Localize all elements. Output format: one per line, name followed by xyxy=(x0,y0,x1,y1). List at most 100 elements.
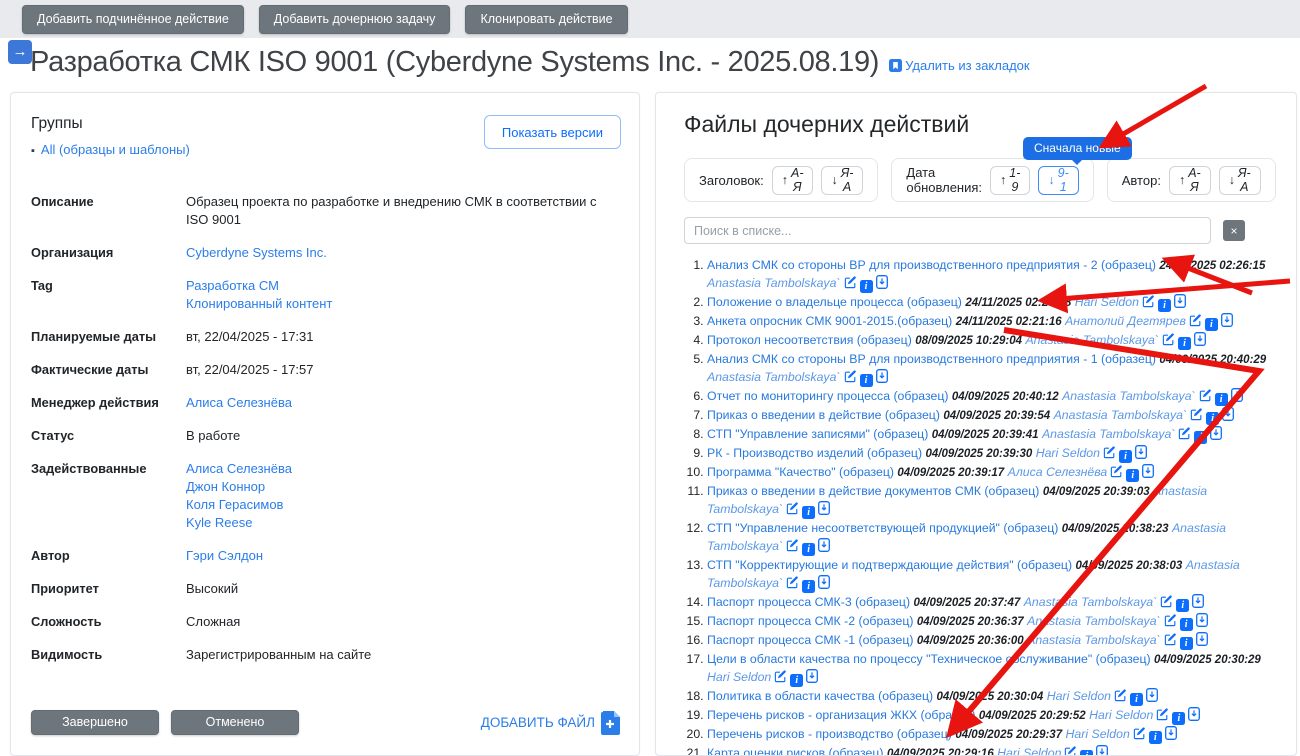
info-icon[interactable]: i xyxy=(1194,431,1208,444)
info-icon[interactable]: i xyxy=(1126,469,1140,482)
clear-search-button[interactable]: × xyxy=(1223,220,1245,241)
file-author-link[interactable]: Anastasia Tambolskaya` xyxy=(707,370,841,384)
add-child-task-button[interactable]: Добавить дочернюю задачу xyxy=(258,5,451,34)
file-title-link[interactable]: Политика в области качества (образец) xyxy=(707,689,933,703)
file-author-link[interactable]: Hari Seldon xyxy=(1075,295,1139,309)
sort-asc-button[interactable]: ↑ А-Я xyxy=(1168,165,1211,195)
info-icon[interactable]: i xyxy=(1206,412,1220,425)
info-icon[interactable]: i xyxy=(859,280,873,293)
download-icon[interactable] xyxy=(1230,388,1243,407)
field-value-link[interactable]: Разработка СМ xyxy=(186,277,332,295)
download-icon[interactable] xyxy=(818,538,831,557)
file-title-link[interactable]: Отчет по мониторингу процесса (образец) xyxy=(707,389,948,403)
remove-bookmark-link[interactable]: Удалить из закладок xyxy=(889,58,1030,79)
info-icon[interactable]: i xyxy=(859,374,873,387)
download-icon[interactable] xyxy=(806,669,819,688)
download-icon[interactable] xyxy=(1195,632,1208,651)
sort-desc-button[interactable]: ↓ Я-А xyxy=(1218,165,1261,195)
download-icon[interactable] xyxy=(1164,726,1177,745)
file-title-link[interactable]: СТП "Управление несоответствующей продук… xyxy=(707,521,1058,535)
edit-icon[interactable] xyxy=(1189,314,1202,332)
info-icon[interactable]: i xyxy=(802,543,816,556)
download-icon[interactable] xyxy=(1192,594,1205,613)
file-title-link[interactable]: СТП "Управление записями" (образец) xyxy=(707,427,928,441)
edit-icon[interactable] xyxy=(786,539,799,557)
file-title-link[interactable]: Приказ о введении в действие документов … xyxy=(707,484,1039,498)
file-title-link[interactable]: Паспорт процесса СМК -2 (образец) xyxy=(707,614,913,628)
sort-desc-button[interactable]: ↓ Я-А xyxy=(821,165,864,195)
file-title-link[interactable]: Цели в области качества по процессу "Тех… xyxy=(707,652,1151,666)
field-value-link[interactable]: Cyberdyne Systems Inc. xyxy=(186,244,327,262)
edit-icon[interactable] xyxy=(1190,408,1203,426)
download-icon[interactable] xyxy=(1135,445,1147,464)
field-value-link[interactable]: Коля Герасимов xyxy=(186,496,292,514)
info-icon[interactable]: i xyxy=(1157,299,1171,312)
file-author-link[interactable]: Anastasia Tambolskaya` xyxy=(1024,595,1158,609)
field-value-link[interactable]: Алиса Селезнёва xyxy=(186,460,292,478)
edit-icon[interactable] xyxy=(1178,427,1191,445)
download-icon[interactable] xyxy=(875,275,888,294)
field-value-link[interactable]: Алиса Селезнёва xyxy=(186,394,292,412)
field-value-link[interactable]: Гэри Сэлдон xyxy=(186,547,263,565)
edit-icon[interactable] xyxy=(844,276,857,294)
download-icon[interactable] xyxy=(818,575,831,594)
edit-icon[interactable] xyxy=(1162,333,1175,351)
download-icon[interactable] xyxy=(1174,294,1186,313)
group-link[interactable]: All (образцы и шаблоны) xyxy=(41,142,190,157)
edit-icon[interactable] xyxy=(1160,595,1173,613)
download-icon[interactable] xyxy=(1194,332,1206,351)
file-author-link[interactable]: Hari Seldon xyxy=(1047,689,1111,703)
add-subordinate-action-button[interactable]: Добавить подчинённое действие xyxy=(22,5,244,34)
file-author-link[interactable]: Hari Seldon xyxy=(707,670,771,684)
edit-icon[interactable] xyxy=(1114,689,1127,707)
add-file-link[interactable]: ДОБАВИТЬ ФАЙЛ xyxy=(481,710,621,735)
info-icon[interactable]: i xyxy=(802,506,816,519)
download-icon[interactable] xyxy=(1142,464,1155,483)
complete-button[interactable]: Завершено xyxy=(31,710,159,735)
file-title-link[interactable]: Анкета опросник СМК 9001-2015.(образец) xyxy=(707,314,952,328)
file-title-link[interactable]: Положение о владельце процесса (образец) xyxy=(707,295,962,309)
info-icon[interactable]: i xyxy=(1179,637,1193,650)
download-icon[interactable] xyxy=(1220,313,1233,332)
edit-icon[interactable] xyxy=(1164,614,1177,632)
edit-icon[interactable] xyxy=(1142,295,1155,313)
search-input[interactable] xyxy=(684,217,1211,244)
file-author-link[interactable]: Анатолий Дегтярев xyxy=(1065,314,1186,328)
info-icon[interactable]: i xyxy=(802,580,816,593)
edit-icon[interactable] xyxy=(786,502,799,520)
file-author-link[interactable]: Anastasia Tambolskaya` xyxy=(1062,389,1196,403)
file-title-link[interactable]: Перечень рисков - организация ЖКХ (образ… xyxy=(707,708,975,722)
download-icon[interactable] xyxy=(1188,707,1201,726)
file-title-link[interactable]: Протокол несоответствия (образец) xyxy=(707,333,912,347)
file-author-link[interactable]: Anastasia Tambolskaya` xyxy=(1027,614,1161,628)
info-icon[interactable]: i xyxy=(1176,599,1190,612)
file-title-link[interactable]: РК - Производство изделий (образец) xyxy=(707,446,922,460)
sort-asc-button[interactable]: ↑ А-Я xyxy=(771,165,814,195)
info-icon[interactable]: i xyxy=(1179,618,1193,631)
cancel-button[interactable]: Отменено xyxy=(171,710,299,735)
file-author-link[interactable]: Hari Seldon xyxy=(1036,446,1100,460)
edit-icon[interactable] xyxy=(1064,746,1077,755)
sort-desc-button[interactable]: ↓ 9-1 xyxy=(1038,165,1079,195)
file-title-link[interactable]: Анализ СМК со стороны ВР для производств… xyxy=(707,258,1156,272)
edit-icon[interactable] xyxy=(1199,389,1212,407)
show-versions-button[interactable]: Показать версии xyxy=(483,115,621,149)
info-icon[interactable]: i xyxy=(1118,450,1132,463)
file-author-link[interactable]: Anastasia Tambolskaya` xyxy=(1027,633,1161,647)
file-title-link[interactable]: СТП "Корректирующие и подтверждающие дей… xyxy=(707,558,1072,572)
download-icon[interactable] xyxy=(1096,745,1109,755)
file-title-link[interactable]: Паспорт процесса СМК -1 (образец) xyxy=(707,633,913,647)
edit-icon[interactable] xyxy=(786,576,799,594)
field-value-link[interactable]: Клонированный контент xyxy=(186,295,332,313)
info-icon[interactable]: i xyxy=(790,674,804,687)
edit-icon[interactable] xyxy=(1164,633,1177,651)
file-author-link[interactable]: Hari Seldon xyxy=(1089,708,1153,722)
info-icon[interactable]: i xyxy=(1172,712,1186,725)
file-author-link[interactable]: Алиса Селезнёва xyxy=(1008,465,1108,479)
expand-arrow-icon[interactable]: → xyxy=(8,40,32,64)
edit-icon[interactable] xyxy=(1103,446,1116,464)
info-icon[interactable]: i xyxy=(1204,318,1218,331)
edit-icon[interactable] xyxy=(1133,727,1146,745)
file-author-link[interactable]: Hari Seldon xyxy=(1066,727,1130,741)
download-icon[interactable] xyxy=(1210,426,1223,445)
